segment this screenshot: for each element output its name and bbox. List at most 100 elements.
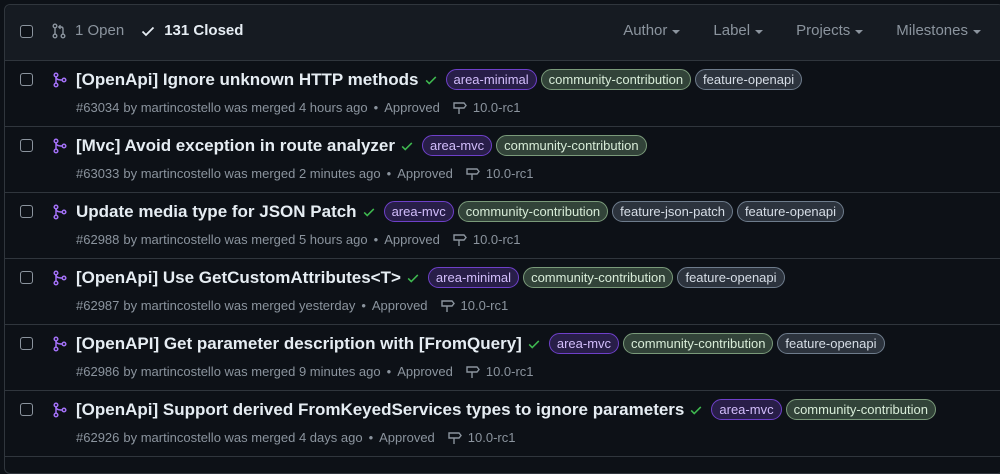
pull-request-row[interactable]: Update media type for JSON Patch area-mvc…	[5, 193, 1000, 259]
pull-request-meta: #63034 by martincostello was merged 4 hou…	[76, 99, 521, 115]
pull-request-icon	[52, 23, 66, 38]
label-filter[interactable]: Label	[713, 22, 764, 39]
separator-dot: •	[386, 165, 392, 181]
milestone-label: 10.0-rc1	[472, 99, 521, 115]
pull-request-title[interactable]: [Mvc] Avoid exception in route analyzer	[76, 136, 395, 156]
select-all-checkbox[interactable]	[20, 25, 33, 38]
merged-by-text: by martincostello was merged 4 days ago	[123, 429, 363, 445]
title-line: [OpenApi] Ignore unknown HTTP methods are…	[76, 69, 803, 90]
label-badge[interactable]: community-contribution	[785, 399, 936, 420]
row-checkbox[interactable]	[20, 139, 33, 152]
filter-bar: Author Label Projects Milestones	[623, 22, 981, 39]
pull-request-list: 1 Open 131 Closed Author Label Projects	[4, 4, 1000, 474]
label-badge[interactable]: feature-openapi	[777, 333, 885, 354]
row-checkbox[interactable]	[20, 337, 33, 350]
checks-passed-icon[interactable]	[684, 403, 707, 417]
pull-request-meta: #62987 by martincostello was merged yeste…	[76, 297, 508, 313]
label-badge[interactable]: area-minimal	[427, 267, 520, 288]
pull-request-title[interactable]: [OpenAPI] Get parameter description with…	[76, 334, 522, 354]
pull-request-title[interactable]: [OpenApi] Ignore unknown HTTP methods	[76, 70, 419, 90]
pull-request-row[interactable]: [Mvc] Avoid exception in route analyzer a…	[5, 127, 1000, 193]
label-badge[interactable]: area-mvc	[711, 399, 782, 420]
closed-filter[interactable]: 131 Closed	[140, 22, 243, 39]
pull-request-row[interactable]: [OpenApi] Ignore unknown HTTP methods are…	[5, 61, 1000, 127]
milestone-link[interactable]: 10.0-rc1	[447, 429, 516, 445]
label-badge[interactable]: community-contribution	[457, 201, 609, 222]
milestone-label: 10.0-rc1	[472, 231, 521, 247]
separator-dot: •	[373, 231, 379, 247]
milestone-link[interactable]: 10.0-rc1	[452, 231, 521, 247]
list-header: 1 Open 131 Closed Author Label Projects	[5, 5, 1000, 61]
title-line: [OpenApi] Support derived FromKeyedServi…	[76, 399, 936, 420]
projects-filter[interactable]: Projects	[796, 22, 864, 39]
milestone-icon	[453, 234, 467, 246]
label-badge[interactable]: area-minimal	[445, 69, 537, 90]
checks-passed-icon[interactable]	[395, 139, 418, 153]
title-line: [OpenAPI] Get parameter description with…	[76, 333, 885, 354]
pull-request-number: #62987	[76, 297, 120, 313]
merged-by-text: by martincostello was merged 9 minutes a…	[123, 363, 381, 379]
merged-icon	[52, 204, 68, 225]
label-badge[interactable]: area-mvc	[383, 201, 454, 222]
label-badge[interactable]: feature-json-patch	[612, 201, 733, 222]
review-status[interactable]: Approved	[384, 232, 440, 247]
milestone-label: 10.0-rc1	[460, 297, 509, 313]
review-status[interactable]: Approved	[397, 166, 453, 181]
closed-count: 131 Closed	[164, 22, 244, 39]
milestones-filter[interactable]: Milestones	[896, 22, 981, 39]
title-line: [OpenApi] Use GetCustomAttributes<T> area…	[76, 267, 785, 288]
author-filter[interactable]: Author	[623, 22, 681, 39]
pull-request-meta: #63033 by martincostello was merged 2 min…	[76, 165, 534, 181]
checks-passed-icon[interactable]	[419, 73, 442, 87]
milestone-icon	[448, 432, 462, 444]
separator-dot: •	[368, 429, 374, 445]
merged-by-text: by martincostello was merged 5 hours ago	[123, 231, 368, 247]
milestone-link[interactable]: 10.0-rc1	[465, 165, 534, 181]
label-badge[interactable]: feature-openapi	[677, 267, 785, 288]
milestone-link[interactable]: 10.0-rc1	[452, 99, 521, 115]
merged-icon	[52, 72, 68, 93]
milestone-icon	[466, 168, 480, 180]
pull-request-rows: [OpenApi] Ignore unknown HTTP methods are…	[5, 61, 1000, 457]
merged-by-text: by martincostello was merged yesterday	[123, 297, 356, 313]
checks-passed-icon[interactable]	[401, 271, 424, 285]
milestone-icon	[466, 366, 480, 378]
review-status[interactable]: Approved	[397, 364, 453, 379]
merged-icon	[52, 402, 68, 423]
label-badge[interactable]: area-mvc	[421, 135, 493, 156]
milestone-link[interactable]: 10.0-rc1	[465, 363, 534, 379]
checks-passed-icon[interactable]	[522, 337, 545, 351]
pull-request-number: #62988	[76, 231, 120, 247]
title-line: Update media type for JSON Patch area-mvc…	[76, 201, 845, 222]
label-badge[interactable]: feature-openapi	[695, 69, 803, 90]
pull-request-title[interactable]: Update media type for JSON Patch	[76, 202, 357, 222]
milestone-link[interactable]: 10.0-rc1	[440, 297, 509, 313]
label-badge[interactable]: community-contribution	[523, 267, 674, 288]
milestone-label: 10.0-rc1	[467, 429, 516, 445]
pull-request-row[interactable]: [OpenAPI] Get parameter description with…	[5, 325, 1000, 391]
review-status[interactable]: Approved	[384, 100, 440, 115]
pull-request-row[interactable]: [OpenApi] Support derived FromKeyedServi…	[5, 391, 1000, 457]
review-status[interactable]: Approved	[372, 298, 428, 313]
pull-request-title[interactable]: [OpenApi] Use GetCustomAttributes<T>	[76, 268, 401, 288]
merged-icon	[52, 270, 68, 291]
pull-request-row[interactable]: [OpenApi] Use GetCustomAttributes<T> area…	[5, 259, 1000, 325]
chevron-down-icon	[855, 29, 864, 34]
pull-request-title[interactable]: [OpenApi] Support derived FromKeyedServi…	[76, 400, 684, 420]
row-checkbox[interactable]	[20, 73, 33, 86]
check-icon	[142, 26, 155, 36]
label-badge[interactable]: feature-openapi	[736, 201, 845, 222]
open-count: 1 Open	[75, 22, 125, 39]
row-checkbox[interactable]	[20, 271, 33, 284]
label-badge[interactable]: community-contribution	[496, 135, 647, 156]
milestone-icon	[440, 300, 455, 312]
label-badge[interactable]: area-mvc	[548, 333, 620, 354]
row-checkbox[interactable]	[20, 403, 33, 416]
open-filter[interactable]: 1 Open	[51, 22, 124, 39]
label-badge[interactable]: community-contribution	[623, 333, 774, 354]
label-badge[interactable]: community-contribution	[540, 69, 692, 90]
chevron-down-icon	[755, 29, 764, 34]
review-status[interactable]: Approved	[379, 430, 435, 445]
row-checkbox[interactable]	[20, 205, 33, 218]
checks-passed-icon[interactable]	[357, 205, 380, 219]
